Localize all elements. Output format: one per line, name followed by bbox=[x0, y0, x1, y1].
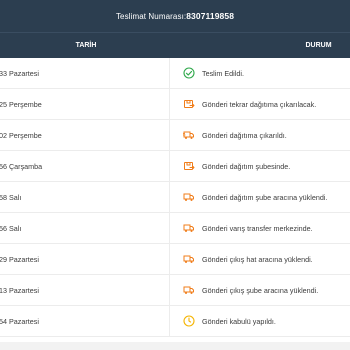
table-row: :13 Pazartesi Gönderi çıkış şube aracına … bbox=[0, 275, 350, 306]
delivery-truck-icon bbox=[182, 129, 195, 142]
truck-icon bbox=[182, 284, 195, 297]
row-status: Gönderi dağıtıma çıkarıldı. bbox=[169, 120, 350, 150]
row-status-text: Gönderi dağıtım şubesinde. bbox=[202, 161, 291, 171]
row-status-text: Gönderi dağıtım şube aracına yüklendi. bbox=[202, 192, 328, 202]
row-date: :58 Salı bbox=[0, 192, 22, 202]
row-status: Gönderi varış transfer merkezinde. bbox=[169, 213, 350, 243]
row-date: :13 Pazartesi bbox=[0, 285, 39, 295]
row-status-text: Gönderi kabulü yapıldı. bbox=[202, 316, 276, 326]
row-date: :33 Pazartesi bbox=[0, 68, 39, 78]
row-date: :54 Pazartesi bbox=[0, 316, 39, 326]
row-date: :56 Salı bbox=[0, 223, 22, 233]
row-status: Gönderi tekrar dağıtıma çıkarılacak. bbox=[169, 89, 350, 119]
table-header: TARİH DURUM bbox=[0, 32, 350, 58]
table-row: :02 Perşembe Gönderi dağıtıma çıkarıldı. bbox=[0, 120, 350, 151]
row-status-text: Gönderi tekrar dağıtıma çıkarılacak. bbox=[202, 99, 317, 109]
truck-icon bbox=[182, 222, 195, 235]
box-return-icon bbox=[182, 98, 195, 111]
footer-strip bbox=[0, 342, 350, 350]
table-row: :56 Çarşamba Gönderi dağıtım şubesinde. bbox=[0, 151, 350, 182]
header-date: TARİH bbox=[75, 42, 97, 49]
row-status: Gönderi kabulü yapıldı. bbox=[169, 306, 350, 336]
header-status: DURUM bbox=[172, 42, 350, 49]
tracking-number-bar: Teslimat Numarası: 8307119858 bbox=[0, 0, 350, 32]
tracking-history-table: :33 Pazartesi Teslim Edildi. :25 Perşembe G… bbox=[0, 58, 350, 337]
row-status: Gönderi dağıtım şubesinde. bbox=[169, 151, 350, 181]
row-status-text: Gönderi varış transfer merkezinde. bbox=[202, 223, 313, 233]
truck-icon bbox=[182, 191, 195, 204]
row-status-text: Gönderi dağıtıma çıkarıldı. bbox=[202, 130, 287, 140]
check-circle-icon bbox=[182, 67, 195, 80]
table-row: :29 Pazartesi Gönderi çıkış hat aracına y… bbox=[0, 244, 350, 275]
truck-icon bbox=[182, 253, 195, 266]
row-status: Gönderi dağıtım şube aracına yüklendi. bbox=[169, 182, 350, 212]
table-row: :54 Pazartesi Gönderi kabulü yapıldı. bbox=[0, 306, 350, 337]
box-arrow-icon bbox=[182, 160, 195, 173]
row-status-text: Gönderi çıkış hat aracına yüklendi. bbox=[202, 254, 313, 264]
clock-icon bbox=[182, 315, 195, 328]
row-status: Gönderi çıkış şube aracına yüklendi. bbox=[169, 275, 350, 305]
table-row: :58 Salı Gönderi dağıtım şube aracına yük… bbox=[0, 182, 350, 213]
header-status-label: DURUM bbox=[305, 42, 332, 49]
row-status-text: Teslim Edildi. bbox=[202, 68, 244, 78]
row-date: :56 Çarşamba bbox=[0, 161, 43, 171]
row-status: Gönderi çıkış hat aracına yüklendi. bbox=[169, 244, 350, 274]
row-status: Teslim Edildi. bbox=[169, 58, 350, 88]
row-date: :02 Perşembe bbox=[0, 130, 42, 140]
table-row: :33 Pazartesi Teslim Edildi. bbox=[0, 58, 350, 89]
row-date: :29 Pazartesi bbox=[0, 254, 39, 264]
row-status-text: Gönderi çıkış şube aracına yüklendi. bbox=[202, 285, 319, 295]
tracking-number: 8307119858 bbox=[186, 11, 235, 21]
row-date: :25 Perşembe bbox=[0, 99, 42, 109]
table-row: :56 Salı Gönderi varış transfer merkezind… bbox=[0, 213, 350, 244]
table-row: :25 Perşembe Gönderi tekrar dağıtıma çıka… bbox=[0, 89, 350, 120]
page: Teslimat Numarası: 8307119858 TARİH DURU… bbox=[0, 0, 350, 350]
tracking-label: Teslimat Numarası: bbox=[115, 11, 187, 21]
